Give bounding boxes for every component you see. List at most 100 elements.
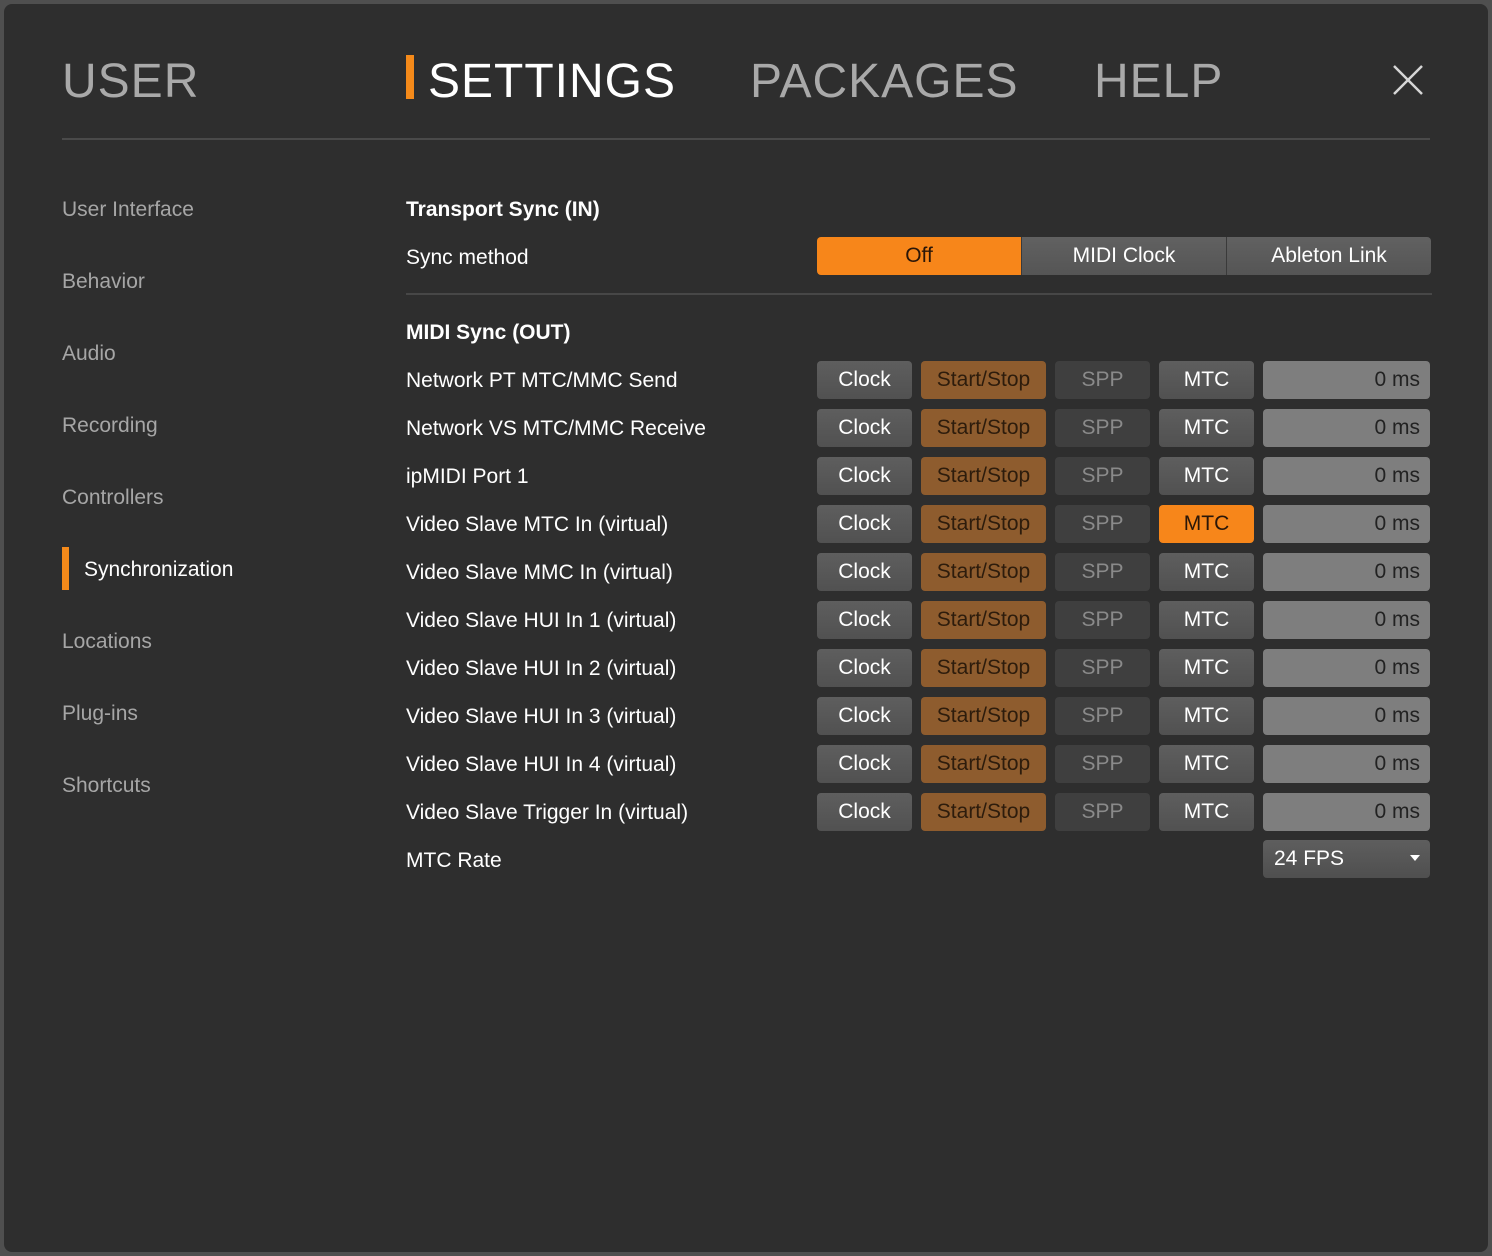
sidebar-item-recording[interactable]: Recording — [62, 404, 158, 448]
clock-toggle[interactable]: Clock — [817, 409, 912, 447]
port-name: Video Slave HUI In 3 (virtual) — [406, 705, 677, 728]
port-name: Video Slave HUI In 4 (virtual) — [406, 753, 677, 776]
sidebar-item-shortcuts[interactable]: Shortcuts — [62, 764, 151, 808]
midi-sync-row: Network VS MTC/MMC Receive Clock Start/Sto… — [406, 409, 1436, 449]
settings-window: USER SETTINGS PACKAGES HELP User Interfa… — [4, 4, 1488, 1252]
midi-sync-row: Video Slave HUI In 4 (virtual) Clock Start… — [406, 745, 1436, 785]
offset-field[interactable]: 0 ms — [1263, 505, 1430, 543]
spp-toggle[interactable]: SPP — [1055, 553, 1150, 591]
top-nav: USER SETTINGS PACKAGES HELP — [4, 4, 1488, 144]
midi-sync-row: Video Slave HUI In 2 (virtual) Clock Start… — [406, 649, 1436, 689]
spp-toggle[interactable]: SPP — [1055, 697, 1150, 735]
clock-toggle[interactable]: Clock — [817, 793, 912, 831]
mtc-toggle[interactable]: MTC — [1159, 409, 1254, 447]
close-icon — [1393, 65, 1423, 95]
midi-sync-row: Video Slave HUI In 1 (virtual) Clock Start… — [406, 601, 1436, 641]
active-sidebar-indicator — [62, 547, 69, 590]
spp-toggle[interactable]: SPP — [1055, 649, 1150, 687]
start-stop-toggle[interactable]: Start/Stop — [921, 505, 1046, 543]
sync-method-ableton-link-button[interactable]: Ableton Link — [1226, 237, 1431, 275]
tab-help[interactable]: HELP — [1094, 54, 1223, 110]
mtc-toggle[interactable]: MTC — [1159, 361, 1254, 399]
clock-toggle[interactable]: Clock — [817, 745, 912, 783]
start-stop-toggle[interactable]: Start/Stop — [921, 457, 1046, 495]
port-name: Video Slave MMC In (virtual) — [406, 561, 673, 584]
mtc-toggle[interactable]: MTC — [1159, 745, 1254, 783]
sync-method-off-button[interactable]: Off — [817, 237, 1021, 275]
mtc-toggle[interactable]: MTC — [1159, 457, 1254, 495]
mtc-rate-value: 24 FPS — [1274, 847, 1345, 870]
port-name: Video Slave MTC In (virtual) — [406, 513, 669, 536]
mtc-toggle[interactable]: MTC — [1159, 697, 1254, 735]
spp-toggle[interactable]: SPP — [1055, 793, 1150, 831]
clock-toggle[interactable]: Clock — [817, 457, 912, 495]
sidebar-item-controllers[interactable]: Controllers — [62, 476, 164, 520]
sync-method-label: Sync method — [406, 246, 529, 269]
offset-field[interactable]: 0 ms — [1263, 793, 1430, 831]
offset-field[interactable]: 0 ms — [1263, 553, 1430, 591]
midi-sync-row: Video Slave HUI In 3 (virtual) Clock Start… — [406, 697, 1436, 737]
start-stop-toggle[interactable]: Start/Stop — [921, 361, 1046, 399]
sidebar-item-synchronization[interactable]: Synchronization — [84, 548, 233, 592]
start-stop-toggle[interactable]: Start/Stop — [921, 697, 1046, 735]
mtc-toggle[interactable]: MTC — [1159, 601, 1254, 639]
active-tab-indicator — [406, 55, 414, 99]
offset-field[interactable]: 0 ms — [1263, 601, 1430, 639]
midi-sync-row: Video Slave MMC In (virtual) Clock Start/S… — [406, 553, 1436, 593]
port-name: Network PT MTC/MMC Send — [406, 369, 678, 392]
start-stop-toggle[interactable]: Start/Stop — [921, 553, 1046, 591]
sync-method-selector: Off MIDI Clock Ableton Link — [817, 237, 1431, 275]
offset-field[interactable]: 0 ms — [1263, 361, 1430, 399]
start-stop-toggle[interactable]: Start/Stop — [921, 793, 1046, 831]
tab-settings[interactable]: SETTINGS — [428, 54, 676, 110]
spp-toggle[interactable]: SPP — [1055, 457, 1150, 495]
mtc-toggle[interactable]: MTC — [1159, 505, 1254, 543]
sidebar-item-user-interface[interactable]: User Interface — [62, 188, 194, 232]
spp-toggle[interactable]: SPP — [1055, 745, 1150, 783]
sidebar-item-plug-ins[interactable]: Plug-ins — [62, 692, 138, 736]
dropdown-arrow-icon — [1410, 855, 1420, 861]
close-button[interactable] — [1388, 60, 1428, 100]
header-divider — [62, 138, 1430, 140]
midi-sync-row: ipMIDI Port 1 Clock Start/Stop SPP MTC 0 ms — [406, 457, 1436, 497]
spp-toggle[interactable]: SPP — [1055, 505, 1150, 543]
offset-field[interactable]: 0 ms — [1263, 409, 1430, 447]
clock-toggle[interactable]: Clock — [817, 361, 912, 399]
tab-packages[interactable]: PACKAGES — [750, 54, 1019, 110]
offset-field[interactable]: 0 ms — [1263, 745, 1430, 783]
midi-sync-row: Video Slave Trigger In (virtual) Clock Sta… — [406, 793, 1436, 833]
spp-toggle[interactable]: SPP — [1055, 601, 1150, 639]
spp-toggle[interactable]: SPP — [1055, 361, 1150, 399]
start-stop-toggle[interactable]: Start/Stop — [921, 649, 1046, 687]
clock-toggle[interactable]: Clock — [817, 505, 912, 543]
offset-field[interactable]: 0 ms — [1263, 457, 1430, 495]
port-name: ipMIDI Port 1 — [406, 465, 529, 488]
mtc-toggle[interactable]: MTC — [1159, 649, 1254, 687]
transport-sync-title: Transport Sync (IN) — [406, 198, 600, 221]
clock-toggle[interactable]: Clock — [817, 553, 912, 591]
mtc-rate-label: MTC Rate — [406, 849, 502, 872]
sidebar-item-behavior[interactable]: Behavior — [62, 260, 145, 304]
midi-sync-title: MIDI Sync (OUT) — [406, 321, 571, 344]
mtc-rate-dropdown[interactable]: 24 FPS — [1263, 840, 1430, 878]
clock-toggle[interactable]: Clock — [817, 601, 912, 639]
mtc-toggle[interactable]: MTC — [1159, 553, 1254, 591]
spp-toggle[interactable]: SPP — [1055, 409, 1150, 447]
sidebar-item-audio[interactable]: Audio — [62, 332, 116, 376]
sync-method-midi-clock-button[interactable]: MIDI Clock — [1021, 237, 1226, 275]
section-divider — [406, 293, 1432, 295]
mtc-toggle[interactable]: MTC — [1159, 793, 1254, 831]
offset-field[interactable]: 0 ms — [1263, 697, 1430, 735]
tab-user[interactable]: USER — [62, 54, 199, 110]
offset-field[interactable]: 0 ms — [1263, 649, 1430, 687]
clock-toggle[interactable]: Clock — [817, 697, 912, 735]
start-stop-toggle[interactable]: Start/Stop — [921, 601, 1046, 639]
port-name: Video Slave HUI In 2 (virtual) — [406, 657, 677, 680]
start-stop-toggle[interactable]: Start/Stop — [921, 409, 1046, 447]
port-name: Video Slave Trigger In (virtual) — [406, 801, 689, 824]
clock-toggle[interactable]: Clock — [817, 649, 912, 687]
port-name: Network VS MTC/MMC Receive — [406, 417, 706, 440]
midi-sync-row: Video Slave MTC In (virtual) Clock Start/S… — [406, 505, 1436, 545]
sidebar-item-locations[interactable]: Locations — [62, 620, 152, 664]
start-stop-toggle[interactable]: Start/Stop — [921, 745, 1046, 783]
